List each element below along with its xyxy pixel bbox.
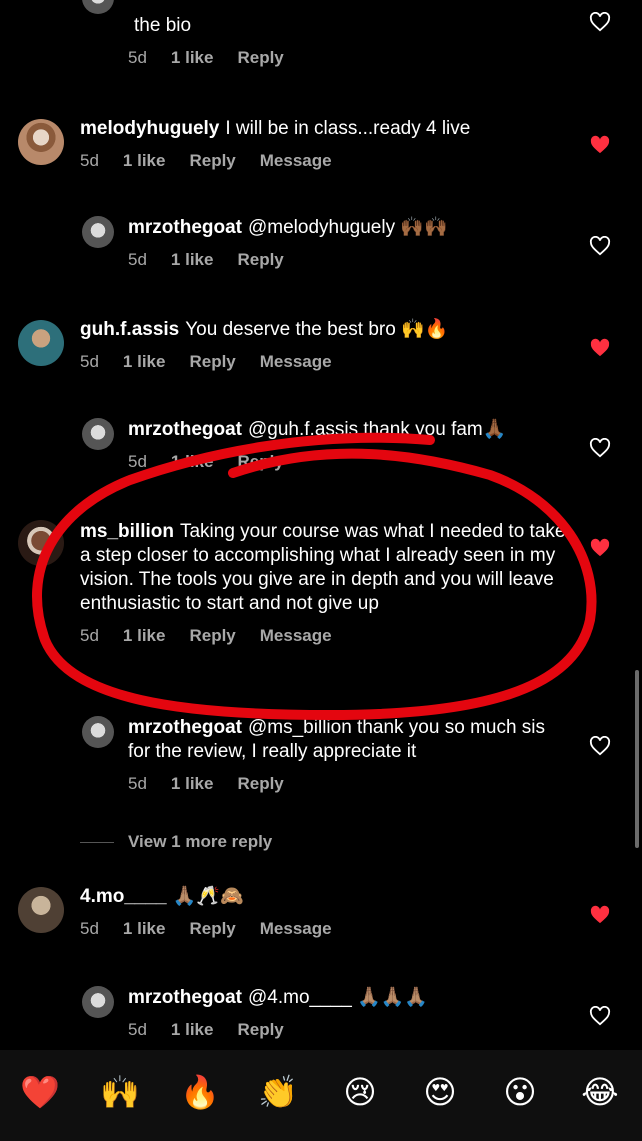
comment-likes[interactable]: 1 like <box>171 48 214 68</box>
reply-comment: mrzothegoat @ms_billion thank you so much… <box>80 716 642 816</box>
comment-text: You deserve the best bro 🙌🔥 <box>185 319 449 340</box>
view-more-replies[interactable]: View 1 more reply <box>80 832 272 852</box>
avatar[interactable] <box>82 418 114 450</box>
raised-hands-emoji-button[interactable]: 🙌 <box>100 1072 140 1112</box>
comment-likes[interactable]: 1 like <box>123 919 166 939</box>
comment-time: 5d <box>128 250 147 269</box>
reply-button[interactable]: Reply <box>189 919 235 939</box>
comment-text: @guh.f.assis thank you fam🙏🏾 <box>248 419 507 440</box>
reply-comment: mrzothegoat @4.mo____ 🙏🏽🙏🏽🙏🏽 5d 1 like Re… <box>80 986 642 1050</box>
fire-emoji-button[interactable]: 🔥 <box>180 1072 220 1112</box>
reply-comment: the bio 5d 1 like Reply <box>80 0 642 85</box>
comment-likes[interactable]: 1 like <box>123 151 166 171</box>
comment-likes[interactable]: 1 like <box>171 452 214 472</box>
comment-text: 🙏🏽🥂🙈 <box>172 886 244 907</box>
comments-list: the bio 5d 1 like Reply melodyhuguely I w… <box>0 0 642 1050</box>
message-button[interactable]: Message <box>260 151 332 171</box>
heart-outline-icon[interactable] <box>589 12 611 32</box>
comment-username[interactable]: guh.f.assis <box>80 319 179 340</box>
comment-likes[interactable]: 1 like <box>171 774 214 794</box>
comment: guh.f.assis You deserve the best bro 🙌🔥 5… <box>18 318 642 388</box>
comment-text: I will be in class...ready 4 live <box>225 118 471 139</box>
comment-username[interactable]: melodyhuguely <box>80 118 219 139</box>
comment: 4.mo____ 🙏🏽🥂🙈 5d 1 like Reply Message <box>18 885 642 955</box>
comment-username[interactable]: mrzothegoat <box>128 217 242 238</box>
comment-username[interactable]: 4.mo____ <box>80 886 167 907</box>
comment-time: 5d <box>128 1020 147 1039</box>
comment-text: @melodyhuguely 🙌🏾🙌🏾 <box>248 217 448 238</box>
avatar[interactable] <box>18 887 64 933</box>
message-button[interactable]: Message <box>260 352 332 372</box>
avatar[interactable] <box>18 119 64 165</box>
comment-time: 5d <box>80 151 99 170</box>
comment-username[interactable]: mrzothegoat <box>128 419 242 440</box>
surprised-emoji-button[interactable]: 😮 <box>500 1072 540 1112</box>
comment: melodyhuguely I will be in class...ready … <box>18 115 642 185</box>
avatar[interactable] <box>18 520 64 566</box>
heart-filled-icon[interactable] <box>589 905 611 925</box>
comment-likes[interactable]: 1 like <box>171 1020 214 1040</box>
message-button[interactable]: Message <box>260 626 332 646</box>
comment-username[interactable]: ms_billion <box>80 521 174 542</box>
comment: ms_billion Taking your course was what I … <box>18 518 642 678</box>
comment-time: 5d <box>128 48 147 67</box>
heart-emoji-button[interactable]: ❤️ <box>20 1072 60 1112</box>
crying-emoji-button[interactable]: 😢 <box>340 1072 380 1112</box>
heart-filled-icon[interactable] <box>589 135 611 155</box>
reply-button[interactable]: Reply <box>189 626 235 646</box>
comment-likes[interactable]: 1 like <box>171 250 214 270</box>
comment-time: 5d <box>128 452 147 471</box>
comment-text: @4.mo____ 🙏🏽🙏🏽🙏🏽 <box>248 987 429 1008</box>
comment-username[interactable]: mrzothegoat <box>128 987 242 1008</box>
heart-outline-icon[interactable] <box>589 736 611 756</box>
comment-time: 5d <box>80 919 99 938</box>
comment-likes[interactable]: 1 like <box>123 626 166 646</box>
heart-outline-icon[interactable] <box>589 236 611 256</box>
reply-button[interactable]: Reply <box>189 352 235 372</box>
avatar[interactable] <box>18 320 64 366</box>
message-button[interactable]: Message <box>260 919 332 939</box>
reply-button[interactable]: Reply <box>237 1020 283 1040</box>
laughing-emoji-button[interactable]: 😂 <box>580 1072 620 1112</box>
comment-time: 5d <box>80 352 99 371</box>
avatar[interactable] <box>82 986 114 1018</box>
heart-outline-icon[interactable] <box>589 1006 611 1026</box>
comment-time: 5d <box>80 626 99 645</box>
reply-button[interactable]: Reply <box>189 151 235 171</box>
heart-filled-icon[interactable] <box>589 338 611 358</box>
avatar[interactable] <box>82 716 114 748</box>
view-more-label[interactable]: View 1 more reply <box>128 832 272 852</box>
comment-time: 5d <box>128 774 147 793</box>
reply-comment: mrzothegoat @melodyhuguely 🙌🏾🙌🏾 5d 1 like… <box>80 216 642 286</box>
scrollbar[interactable] <box>635 670 639 848</box>
reply-button[interactable]: Reply <box>237 48 283 68</box>
reply-comment: mrzothegoat @guh.f.assis thank you fam🙏🏾 … <box>80 418 642 488</box>
divider <box>80 841 114 843</box>
reply-button[interactable]: Reply <box>237 250 283 270</box>
heart-outline-icon[interactable] <box>589 438 611 458</box>
comment-text: the bio <box>134 15 192 36</box>
reply-button[interactable]: Reply <box>237 452 283 472</box>
clap-emoji-button[interactable]: 👏 <box>258 1072 298 1112</box>
avatar[interactable] <box>82 216 114 248</box>
emoji-reaction-bar: ❤️ 🙌 🔥 👏 😢 😍 😮 😂 <box>0 1050 642 1141</box>
heart-filled-icon[interactable] <box>589 538 611 558</box>
heart-eyes-emoji-button[interactable]: 😍 <box>420 1072 460 1112</box>
comment-likes[interactable]: 1 like <box>123 352 166 372</box>
avatar[interactable] <box>82 0 114 14</box>
comment-username[interactable]: mrzothegoat <box>128 717 242 738</box>
reply-button[interactable]: Reply <box>237 774 283 794</box>
